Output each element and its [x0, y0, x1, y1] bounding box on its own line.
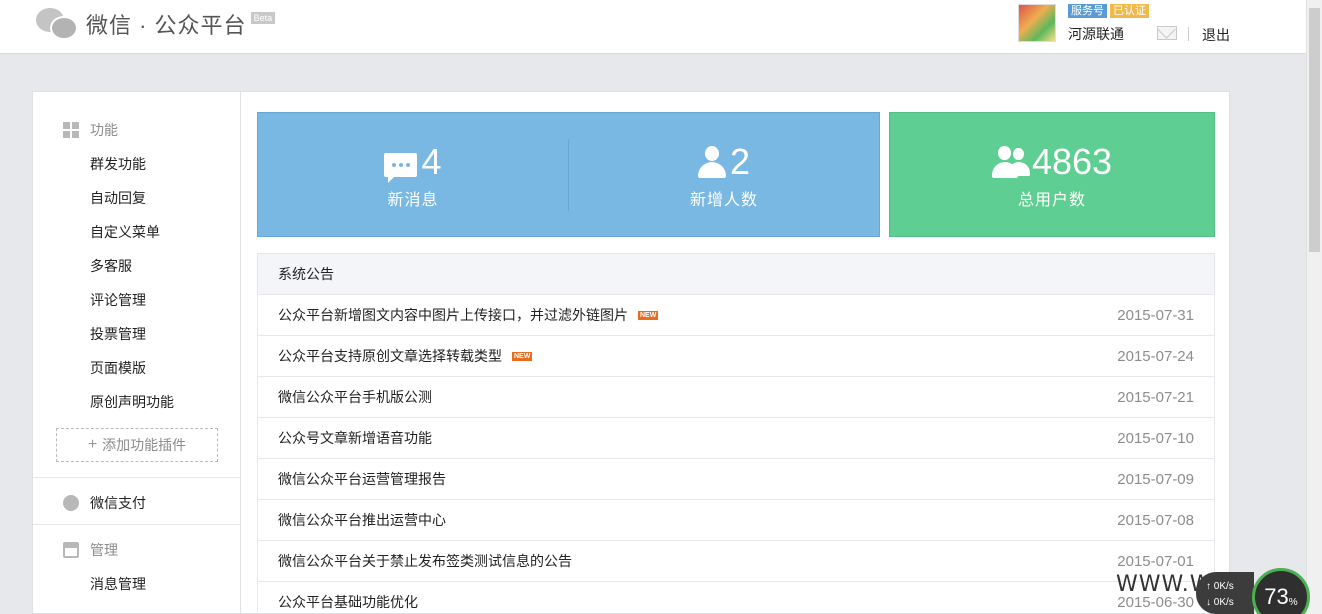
- scrollbar-thumb[interactable]: [1309, 8, 1320, 252]
- notice-title: 微信公众平台手机版公测: [278, 389, 432, 405]
- net-download-speed: ↓ 0K/s: [1206, 597, 1234, 608]
- notice-title-link[interactable]: 微信公众平台手机版公测: [278, 387, 432, 407]
- wechat-logo[interactable]: 微信 · 公众平台 Beta: [36, 6, 276, 42]
- notice-date: 2015-07-08: [1117, 511, 1194, 529]
- notice-row[interactable]: 微信公众平台关于禁止发布签类测试信息的公告 2015-07-01: [258, 541, 1214, 582]
- sidebar-item-mass-send[interactable]: 群发功能: [90, 154, 146, 174]
- notice-date: 2015-07-01: [1117, 552, 1194, 570]
- mail-icon[interactable]: [1157, 26, 1177, 40]
- net-upload-speed: ↑ 0K/s: [1206, 581, 1234, 592]
- notice-title-link[interactable]: 公众平台支持原创文章选择转载类型 NEW: [278, 346, 533, 366]
- total-users-count: 4863: [1031, 140, 1113, 182]
- logo-text: 微信 · 公众平台: [86, 13, 247, 38]
- grid-icon: [63, 122, 79, 138]
- notice-title: 微信公众平台关于禁止发布签类测试信息的公告: [278, 553, 572, 569]
- wechat-bubbles-icon: [36, 6, 80, 42]
- stats-green-card: 4863 总用户数: [889, 112, 1215, 237]
- notice-date: 2015-07-21: [1117, 388, 1194, 406]
- account-avatar[interactable]: [1018, 4, 1056, 42]
- account-info[interactable]: 服务号 已认证 河源联通: [1018, 4, 1149, 44]
- notice-date: 2015-07-10: [1117, 429, 1194, 447]
- verified-badge: 已认证: [1110, 4, 1149, 18]
- stats-blue-card: 4 新消息 2 新增人数: [257, 112, 880, 237]
- sidebar-head-pay[interactable]: 微信支付: [63, 493, 146, 513]
- notices-heading: 系统公告: [258, 254, 1214, 295]
- notice-row[interactable]: 微信公众平台推出运营中心 2015-07-08: [258, 500, 1214, 541]
- notice-title-link[interactable]: 公众平台新增图文内容中图片上传接口，并过滤外链图片 NEW: [278, 305, 659, 325]
- new-users-label: 新增人数: [689, 191, 758, 209]
- notice-title: 微信公众平台推出运营中心: [278, 512, 446, 528]
- notice-date: 2015-07-09: [1117, 470, 1194, 488]
- sidebar-head-function: 功能: [63, 120, 118, 140]
- sidebar-item-page-templates[interactable]: 页面模版: [90, 358, 146, 378]
- sidebar-item-message-manage[interactable]: 消息管理: [90, 574, 146, 594]
- system-notices: 系统公告 公众平台新增图文内容中图片上传接口，并过滤外链图片 NEW 2015-07…: [257, 253, 1215, 614]
- notice-date: 2015-07-24: [1117, 347, 1194, 365]
- new-users-count: 2: [729, 140, 751, 182]
- new-badge: NEW: [512, 351, 533, 361]
- new-messages-count: 4: [421, 140, 442, 182]
- sidebar-item-votes[interactable]: 投票管理: [90, 324, 146, 344]
- notice-title-link[interactable]: 公众平台基础功能优化: [278, 592, 418, 612]
- notice-title: 公众平台新增图文内容中图片上传接口，并过滤外链图片: [278, 307, 628, 323]
- notice-date: 2015-07-31: [1117, 306, 1194, 324]
- plus-icon: +: [87, 436, 98, 453]
- sidebar-divider: [33, 477, 241, 478]
- notice-row[interactable]: 微信公众平台手机版公测 2015-07-21: [258, 377, 1214, 418]
- top-header: 微信 · 公众平台 Beta 服务号 已认证 河源联通 退出: [0, 0, 1306, 54]
- sidebar-item-custom-menu[interactable]: 自定义菜单: [90, 222, 160, 242]
- sidebar-item-auto-reply[interactable]: 自动回复: [90, 188, 146, 208]
- users-icon: [991, 145, 1030, 178]
- sidebar-head-manage: 管理: [63, 540, 118, 560]
- notice-row[interactable]: 公众平台基础功能优化 2015-06-30: [258, 582, 1214, 614]
- notice-title: 微信公众平台运营管理报告: [278, 471, 446, 487]
- notice-title-link[interactable]: 微信公众平台关于禁止发布签类测试信息的公告: [278, 551, 572, 571]
- sidebar-item-comments[interactable]: 评论管理: [90, 290, 146, 310]
- notice-title-link[interactable]: 微信公众平台运营管理报告: [278, 469, 446, 489]
- sidebar-item-original-declaration[interactable]: 原创声明功能: [90, 392, 174, 412]
- new-messages-label: 新消息: [387, 191, 439, 209]
- new-badge: NEW: [638, 310, 659, 320]
- header-separator: [1188, 27, 1189, 41]
- notice-title: 公众平台基础功能优化: [278, 594, 418, 610]
- memory-gauge[interactable]: 73%: [1252, 568, 1310, 614]
- logout-link[interactable]: 退出: [1202, 25, 1230, 45]
- stat-new-users[interactable]: 2 新增人数: [569, 113, 879, 238]
- notice-title-link[interactable]: 微信公众平台推出运营中心: [278, 510, 446, 530]
- sidebar: 功能 群发功能 自动回复 自定义菜单 多客服 评论管理 投票管理 页面模版 原创…: [33, 92, 241, 614]
- notice-row[interactable]: 公众平台新增图文内容中图片上传接口，并过滤外链图片 NEW 2015-07-31: [258, 295, 1214, 336]
- wechat-pay-icon: [63, 495, 79, 511]
- gauge-unit: %: [1288, 596, 1298, 608]
- notice-title-link[interactable]: 公众号文章新增语音功能: [278, 428, 432, 448]
- notice-row[interactable]: 公众平台支持原创文章选择转载类型 NEW 2015-07-24: [258, 336, 1214, 377]
- add-plugin-button[interactable]: + 添加功能插件: [56, 428, 218, 462]
- page-scrollbar[interactable]: [1306, 0, 1322, 614]
- stat-total-users[interactable]: 4863 总用户数: [890, 113, 1214, 238]
- notice-row[interactable]: 公众号文章新增语音功能 2015-07-10: [258, 418, 1214, 459]
- account-name[interactable]: 河源联通: [1068, 24, 1149, 44]
- notice-title: 公众号文章新增语音功能: [278, 430, 432, 446]
- notice-list: 公众平台新增图文内容中图片上传接口，并过滤外链图片 NEW 2015-07-31 公众…: [258, 295, 1214, 614]
- service-account-badge: 服务号: [1068, 4, 1107, 18]
- main-panel: 功能 群发功能 自动回复 自定义菜单 多客服 评论管理 投票管理 页面模版 原创…: [32, 91, 1230, 614]
- sidebar-item-customer-service[interactable]: 多客服: [90, 256, 132, 276]
- user-icon: [697, 145, 726, 178]
- notice-title: 公众平台支持原创文章选择转载类型: [278, 348, 502, 364]
- gauge-value: 73: [1264, 584, 1289, 609]
- inbox-icon: [63, 542, 79, 558]
- beta-badge: Beta: [250, 12, 276, 24]
- message-icon: [384, 152, 418, 183]
- notice-row[interactable]: 微信公众平台运营管理报告 2015-07-09: [258, 459, 1214, 500]
- sidebar-divider: [33, 524, 241, 525]
- network-monitor-widget[interactable]: ↑ 0K/s ↓ 0K/s: [1196, 572, 1254, 614]
- stat-new-messages[interactable]: 4 新消息: [258, 113, 568, 238]
- total-users-label: 总用户数: [1017, 191, 1086, 209]
